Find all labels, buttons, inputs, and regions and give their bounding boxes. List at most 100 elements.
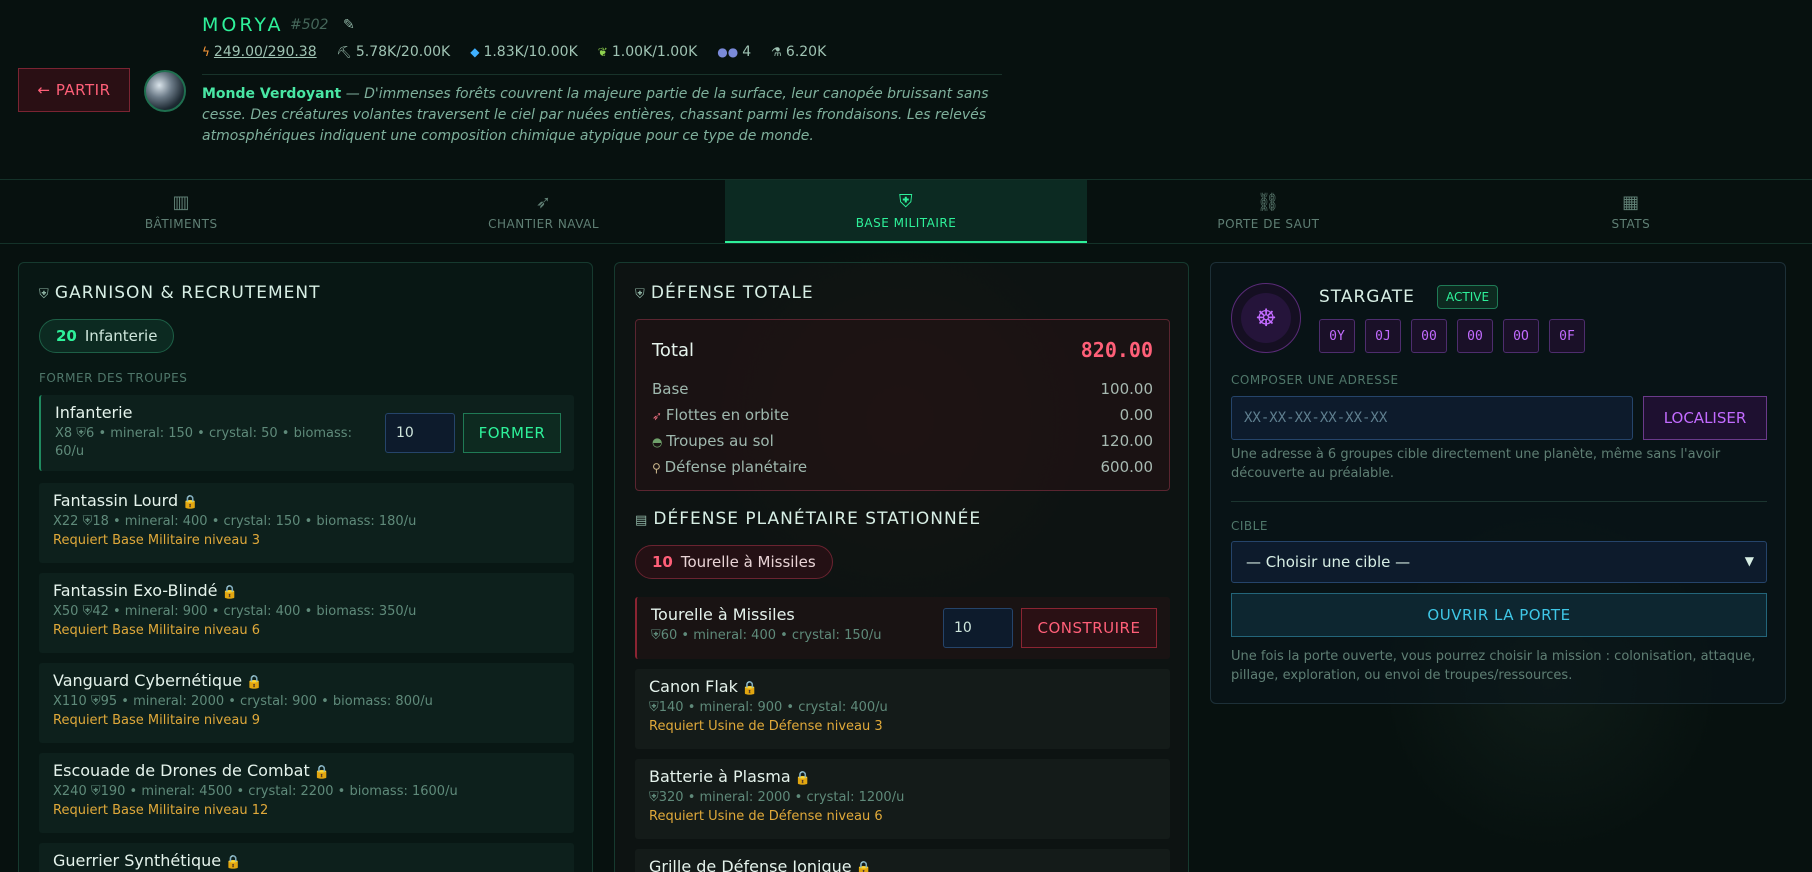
ship-wheel-icon: ☸ — [1241, 293, 1291, 343]
compose-address-label: COMPOSER UNE ADRESSE — [1231, 373, 1399, 387]
header-divider — [202, 74, 1002, 75]
address-glyph[interactable]: 0Y — [1319, 319, 1355, 353]
leaf-icon: ❦ — [597, 45, 608, 59]
defense-name: Batterie à Plasma 🔒 — [649, 767, 811, 786]
unit-name: Escouade de Drones de Combat 🔒 — [53, 761, 330, 780]
unit-stats: X8 ⛨6 • mineral: 150 • crystal: 50 • bio… — [55, 426, 352, 459]
turret-count-badge: 10 Tourelle à Missiles — [635, 545, 833, 579]
research-resource: ⚗ 6.20K — [771, 44, 827, 60]
defense-total-value: 820.00 — [1080, 338, 1153, 362]
infantry-count-badge: 20 Infanterie — [39, 319, 175, 353]
planet-description: Monde Verdoyant — D'immenses forêts couv… — [202, 86, 989, 144]
unit-card: Escouade de Drones de Combat 🔒 X240 ⛨190 … — [39, 753, 574, 833]
defense-card: Grille de Défense Ionique 🔒 — [635, 849, 1170, 872]
rocket-icon: ➶ — [535, 192, 552, 213]
helmet-icon: ◓ — [652, 435, 667, 449]
address-glyph[interactable]: 0J — [1365, 319, 1401, 353]
lock-icon: 🔒 — [246, 675, 263, 690]
leave-button[interactable]: ← PARTIR — [18, 68, 130, 112]
stargate-panel: ☸ STARGATE ACTIVE 0Y 0J 00 00 0O 0F COMP… — [1210, 262, 1786, 704]
stargate-emblem: ☸ — [1231, 283, 1301, 353]
rocket-icon: ➶ — [652, 409, 666, 423]
defense-card: Canon Flak 🔒 ⛨140 • mineral: 900 • crysta… — [635, 669, 1170, 749]
tab-jump-gate[interactable]: ⛓ PORTE DE SAUT — [1087, 180, 1449, 243]
address-glyph[interactable]: 00 — [1457, 319, 1493, 353]
unit-requirement: Requiert Base Militaire niveau 3 — [53, 533, 260, 548]
open-gate-button[interactable]: OUVRIR LA PORTE — [1231, 593, 1767, 637]
network-icon: ⛓ — [1256, 192, 1281, 213]
defense-row: Base 100.00 — [652, 380, 1153, 398]
satellite-icon: ⚲ — [652, 461, 665, 475]
tab-bar: ▥ BÂTIMENTS ➶ CHANTIER NAVAL ⛨ BASE MILITAI… — [0, 180, 1812, 244]
defense-card: Batterie à Plasma 🔒 ⛨320 • mineral: 2000 … — [635, 759, 1170, 839]
unit-requirement: Requiert Base Militaire niveau 12 — [53, 803, 269, 818]
planet-name: MORYA — [202, 14, 284, 36]
target-label: CIBLE — [1231, 519, 1268, 533]
buildings-icon: ▥ — [172, 192, 190, 213]
planet-header: ← PARTIR MORYA #502 ✎ ϟ 249.00/290.38 ⛏ 5.… — [0, 0, 1812, 180]
train-button[interactable]: FORMER — [463, 413, 561, 453]
lock-icon: 🔒 — [794, 771, 811, 786]
gem-icon: ◆ — [470, 45, 480, 59]
defense-total-label: Total — [652, 340, 695, 361]
planet-id: #502 — [290, 17, 329, 33]
tab-shipyard[interactable]: ➶ CHANTIER NAVAL — [362, 180, 724, 243]
build-button[interactable]: CONSTRUIRE — [1021, 608, 1157, 648]
unit-card: Fantassin Lourd 🔒 X22 ⛨18 • mineral: 400 … — [39, 483, 574, 563]
shield-icon: ⛨ — [39, 287, 55, 302]
edit-icon[interactable]: ✎ — [343, 17, 355, 33]
address-glyphs: 0Y 0J 00 00 0O 0F — [1319, 319, 1585, 353]
shield-icon: ⛨ — [899, 191, 914, 212]
garrison-title: ⛨ GARNISON & RECRUTEMENT — [39, 283, 321, 303]
section-divider — [1231, 501, 1767, 502]
address-glyph[interactable]: 00 — [1411, 319, 1447, 353]
tab-buildings[interactable]: ▥ BÂTIMENTS — [0, 180, 362, 243]
garrison-panel: ⛨ GARNISON & RECRUTEMENT 20 Infanterie FO… — [18, 262, 593, 872]
build-quantity-input[interactable]: 10 — [943, 608, 1013, 648]
crystal-resource: ◆ 1.83K/10.00K — [470, 44, 578, 60]
address-glyph[interactable]: 0F — [1549, 319, 1585, 353]
unit-requirement: Requiert Base Militaire niveau 9 — [53, 713, 260, 728]
bar-chart-icon: ▦ — [1622, 192, 1640, 213]
address-input[interactable]: XX-XX-XX-XX-XX-XX — [1231, 396, 1633, 440]
shield-icon: ⛨ — [635, 287, 651, 302]
lock-icon: 🔒 — [855, 861, 872, 872]
defense-total-box: Total 820.00 Base 100.00 ➶ Flottes en orb… — [635, 319, 1170, 491]
microscope-icon: ⚗ — [771, 45, 782, 59]
address-glyph[interactable]: 0O — [1503, 319, 1539, 353]
target-select[interactable]: — Choisir une cible — ▼ — [1231, 541, 1767, 583]
chevron-down-icon: ▼ — [1744, 554, 1754, 568]
planet-avatar — [144, 70, 186, 112]
unit-stats: X110 ⛨95 • mineral: 2000 • crystal: 900 … — [53, 694, 433, 709]
resource-bar: ϟ 249.00/290.38 ⛏ 5.78K/20.00K ◆ 1.83K/10.0… — [202, 44, 826, 60]
open-gate-hint: Une fois la porte ouverte, vous pourrez … — [1231, 649, 1756, 683]
defense-name: Canon Flak 🔒 — [649, 677, 759, 696]
defense-requirement: Requiert Usine de Défense niveau 3 — [649, 719, 883, 734]
lock-icon: 🔒 — [221, 585, 238, 600]
locate-button[interactable]: LOCALISER — [1643, 396, 1767, 440]
defense-name: Grille de Défense Ionique 🔒 — [649, 857, 1156, 872]
train-quantity-input[interactable]: 10 — [385, 413, 455, 453]
stationed-defense-title: ▤ DÉFENSE PLANÉTAIRE STATIONNÉE — [635, 509, 982, 529]
lightning-icon: ϟ — [202, 45, 210, 59]
energy-resource: ϟ 249.00/290.38 — [202, 44, 317, 60]
stargate-title: STARGATE — [1319, 287, 1415, 307]
defense-requirement: Requiert Usine de Défense niveau 6 — [649, 809, 883, 824]
lock-icon: 🔒 — [225, 855, 242, 870]
biomass-resource: ❦ 1.00K/1.00K — [597, 44, 698, 60]
tab-military-base[interactable]: ⛨ BASE MILITAIRE — [724, 180, 1088, 243]
tab-stats[interactable]: ▦ STATS — [1450, 180, 1812, 243]
defense-panel: ⛨ DÉFENSE TOTALE Total 820.00 Base 100.00… — [614, 262, 1189, 872]
factory-icon: ▤ — [635, 513, 654, 528]
unit-stats: X50 ⛨42 • mineral: 900 • crystal: 400 • … — [53, 604, 417, 619]
people-icon: ●● — [717, 45, 739, 59]
lock-icon: 🔒 — [182, 495, 199, 510]
unit-name: Vanguard Cybernétique 🔒 — [53, 671, 263, 690]
unit-stats: X240 ⛨190 • mineral: 4500 • crystal: 220… — [53, 784, 458, 799]
unit-name: Guerrier Synthétique 🔒 — [53, 851, 242, 870]
defense-row: ➶ Flottes en orbite 0.00 — [652, 406, 1153, 424]
lock-icon: 🔒 — [741, 681, 759, 696]
defense-stats: ⛨320 • mineral: 2000 • crystal: 1200/u — [649, 790, 905, 805]
unit-card: Vanguard Cybernétique 🔒 X110 ⛨95 • minera… — [39, 663, 574, 743]
defense-stats: ⛨140 • mineral: 900 • crystal: 400/u — [649, 700, 888, 715]
